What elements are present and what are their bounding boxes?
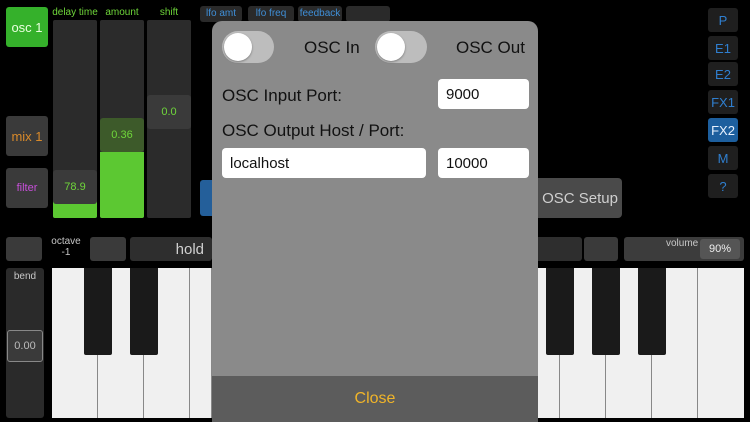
octave-down-button[interactable]: [6, 237, 42, 261]
bar-segment: [538, 237, 582, 261]
bend-strip[interactable]: bend 0.00: [6, 268, 44, 418]
osc1-label: osc 1: [11, 19, 43, 35]
nav-label: FX2: [711, 122, 735, 138]
slider-track[interactable]: 0.36: [100, 20, 144, 218]
volume-slider[interactable]: volume 90%: [624, 237, 744, 261]
slider-value: 0.36: [100, 118, 144, 152]
toggle-knob: [224, 33, 252, 61]
octave-right-button[interactable]: [584, 237, 618, 261]
tab-blank[interactable]: [346, 6, 390, 22]
octave-up-button[interactable]: [90, 237, 126, 261]
input-port-field[interactable]: 9000: [438, 79, 529, 109]
close-label: Close: [354, 390, 396, 407]
tab-label: lfo amt: [205, 8, 236, 19]
nav-button-p[interactable]: P: [708, 8, 738, 32]
slider-label: shift: [159, 7, 179, 18]
nav-label: E1: [715, 40, 731, 56]
black-key[interactable]: [84, 268, 112, 355]
black-key[interactable]: [592, 268, 620, 355]
slider-track[interactable]: 0.0: [147, 20, 191, 218]
output-port-field[interactable]: 10000: [438, 148, 529, 178]
nav-button-help[interactable]: ?: [708, 174, 738, 198]
filter-label: filter: [16, 182, 38, 194]
toggle-knob: [377, 33, 405, 61]
tab-label: lfo freq: [255, 8, 287, 19]
osc1-button[interactable]: osc 1: [6, 7, 48, 47]
black-key[interactable]: [638, 268, 666, 355]
nav-label: E2: [715, 66, 731, 82]
white-key[interactable]: [698, 268, 744, 418]
nav-button-e1[interactable]: E1: [708, 36, 738, 60]
lfo-slider-edge: [200, 180, 212, 216]
white-key[interactable]: [190, 268, 212, 418]
nav-button-m[interactable]: M: [708, 146, 738, 170]
hold-label: hold: [175, 240, 204, 258]
osc-setup-button[interactable]: OSC Setup: [538, 178, 622, 218]
slider-value: 0.0: [147, 95, 191, 129]
slider-label: amount: [105, 7, 139, 18]
nav-label: M: [717, 150, 729, 166]
close-button[interactable]: Close: [212, 376, 538, 422]
slider-label: delay time: [52, 7, 98, 18]
tab-lfo-freq[interactable]: lfo freq: [248, 6, 294, 22]
octave-label: octave: [51, 236, 81, 247]
mix1-label: mix 1: [11, 128, 43, 144]
slider-value: 78.9: [53, 170, 97, 204]
mix1-button[interactable]: mix 1: [6, 116, 48, 156]
hold-button[interactable]: hold: [130, 237, 212, 261]
volume-value: 90%: [700, 239, 740, 259]
bend-label: bend: [13, 271, 37, 282]
nav-label: ?: [719, 178, 727, 194]
osc-in-toggle[interactable]: [222, 31, 274, 63]
black-key[interactable]: [546, 268, 574, 355]
osc-out-label: OSC Out: [456, 38, 525, 57]
black-key[interactable]: [130, 268, 158, 355]
nav-button-fx1[interactable]: FX1: [708, 90, 738, 114]
slider-fill: [100, 152, 144, 218]
output-host-field[interactable]: localhost: [222, 148, 426, 178]
osc-setup-dialog: OSC In OSC Out OSC Input Port: 9000 OSC …: [212, 21, 538, 422]
output-host-port-label: OSC Output Host / Port:: [222, 121, 405, 140]
tab-lfo-amt[interactable]: lfo amt: [200, 6, 242, 22]
nav-button-fx2[interactable]: FX2: [708, 118, 738, 142]
filter-button[interactable]: filter: [6, 168, 48, 208]
octave-display: octave -1: [44, 236, 88, 262]
slider-track[interactable]: 78.9: [53, 20, 97, 218]
bend-value: 0.00: [7, 330, 43, 362]
octave-value: -1: [61, 247, 71, 258]
input-port-label: OSC Input Port:: [222, 86, 342, 105]
volume-label: volume: [666, 238, 699, 249]
tab-feedback[interactable]: feedback: [298, 6, 342, 22]
osc-out-toggle[interactable]: [375, 31, 427, 63]
nav-label: P: [718, 12, 728, 28]
tab-label: feedback: [299, 8, 341, 19]
nav-button-e2[interactable]: E2: [708, 62, 738, 86]
osc-in-label: OSC In: [304, 38, 360, 57]
osc-setup-label: OSC Setup: [542, 189, 618, 207]
nav-label: FX1: [711, 94, 735, 110]
